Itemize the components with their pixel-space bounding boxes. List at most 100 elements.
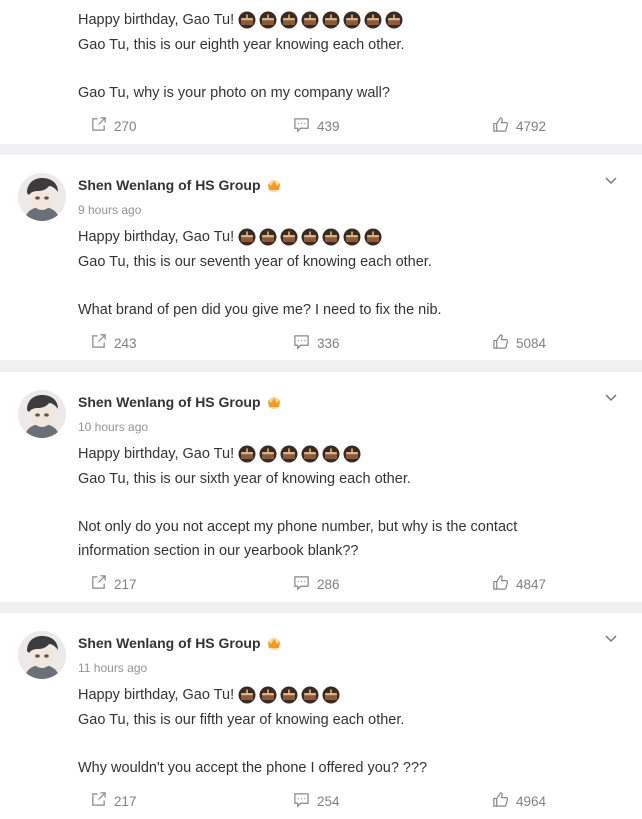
comment-button[interactable]: 286 [293, 574, 340, 594]
post-card: Happy birthday, Gao Tu! Gao Tu, this is … [0, 0, 642, 144]
post-actions: 270 439 4792 [0, 116, 642, 136]
cake-emoji [238, 686, 256, 704]
post-card: Shen Wenlang of HS Group 9 hours ago Hap… [0, 155, 642, 360]
cake-emoji [343, 11, 361, 29]
avatar[interactable] [18, 390, 66, 438]
crown-badge-icon [265, 178, 283, 192]
cake-emoji-row [238, 445, 361, 463]
cake-emoji [343, 445, 361, 463]
cake-emoji [322, 228, 340, 246]
thumbs-up-icon [492, 791, 509, 811]
comment-count: 286 [317, 576, 340, 592]
comment-count: 336 [317, 335, 340, 351]
cake-emoji [259, 11, 277, 29]
repost-count: 217 [114, 793, 137, 809]
post-text: Happy birthday, Gao Tu! [78, 229, 235, 245]
comment-count: 439 [317, 118, 340, 134]
post-line-3: Gao Tu, why is your photo on my company … [78, 85, 390, 101]
comment-button[interactable]: 254 [293, 791, 340, 811]
post-actions: 243 336 5084 [0, 333, 642, 353]
like-count: 4847 [516, 576, 547, 592]
repost-icon [90, 116, 107, 136]
repost-count: 243 [114, 335, 137, 351]
like-count: 4964 [516, 793, 547, 809]
post-line-1: Happy birthday, Gao Tu! [78, 11, 403, 29]
repost-button[interactable]: 217 [90, 574, 137, 594]
post-card: Shen Wenlang of HS Group 10 hours ago Ha… [0, 372, 642, 602]
post-time: 9 hours ago [78, 203, 142, 217]
cake-emoji [301, 686, 319, 704]
crown-badge-icon [265, 395, 283, 409]
cake-emoji [322, 11, 340, 29]
comment-icon [293, 116, 310, 136]
post-line-3: Not only do you not accept my phone numb… [78, 519, 518, 535]
post-card: Shen Wenlang of HS Group 11 hours ago Ha… [0, 613, 642, 819]
cake-emoji [238, 228, 256, 246]
author-name[interactable]: Shen Wenlang of HS Group [78, 635, 261, 651]
chevron-down-icon[interactable] [604, 173, 618, 187]
like-button[interactable]: 4792 [492, 116, 546, 136]
post-text: Happy birthday, Gao Tu! [78, 12, 235, 28]
comment-icon [293, 574, 310, 594]
post-line-4: information section in our yearbook blan… [78, 543, 359, 559]
comment-count: 254 [317, 793, 340, 809]
like-button[interactable]: 4847 [492, 574, 546, 594]
author-name[interactable]: Shen Wenlang of HS Group [78, 394, 261, 410]
cake-emoji [301, 445, 319, 463]
post-line-2: Gao Tu, this is our eighth year knowing … [78, 37, 405, 53]
cake-emoji [322, 445, 340, 463]
like-count: 5084 [516, 335, 547, 351]
repost-button[interactable]: 270 [90, 116, 137, 136]
repost-button[interactable]: 217 [90, 791, 137, 811]
chevron-down-icon[interactable] [604, 390, 618, 404]
post-line-3: What brand of pen did you give me? I nee… [78, 302, 442, 318]
post-time: 10 hours ago [78, 420, 149, 434]
comment-icon [293, 791, 310, 811]
cake-emoji [385, 11, 403, 29]
cake-emoji [343, 228, 361, 246]
repost-icon [90, 574, 107, 594]
cake-emoji [364, 11, 382, 29]
post-time: 11 hours ago [78, 661, 148, 675]
comment-button[interactable]: 439 [293, 116, 340, 136]
post-line-2: Gao Tu, this is our fifth year of knowin… [78, 712, 405, 728]
avatar[interactable] [18, 631, 66, 679]
comment-icon [293, 333, 310, 353]
cake-emoji [322, 686, 340, 704]
cake-emoji-row [238, 11, 403, 29]
weibo-feed: Happy birthday, Gao Tu! Gao Tu, this is … [0, 0, 642, 819]
repost-count: 217 [114, 576, 137, 592]
author-row: Shen Wenlang of HS Group [78, 394, 283, 410]
repost-icon [90, 333, 107, 353]
repost-count: 270 [114, 118, 137, 134]
author-row: Shen Wenlang of HS Group [78, 635, 283, 651]
avatar[interactable] [18, 173, 66, 221]
thumbs-up-icon [492, 574, 509, 594]
author-name[interactable]: Shen Wenlang of HS Group [78, 177, 261, 193]
post-line-2: Gao Tu, this is our sixth year of knowin… [78, 471, 411, 487]
cake-emoji [364, 228, 382, 246]
cake-emoji [280, 445, 298, 463]
like-button[interactable]: 5084 [492, 333, 546, 353]
repost-button[interactable]: 243 [90, 333, 137, 353]
cake-emoji-row [238, 686, 340, 704]
post-line-1: Happy birthday, Gao Tu! [78, 686, 340, 704]
cake-emoji [280, 686, 298, 704]
cake-emoji [259, 445, 277, 463]
cake-emoji [301, 11, 319, 29]
cake-emoji-row [238, 228, 382, 246]
post-actions: 217 254 4964 [0, 791, 642, 811]
author-row: Shen Wenlang of HS Group [78, 177, 283, 193]
cake-emoji [280, 11, 298, 29]
cake-emoji [280, 228, 298, 246]
like-count: 4792 [516, 118, 547, 134]
post-actions: 217 286 4847 [0, 574, 642, 594]
cake-emoji [259, 686, 277, 704]
post-text: Happy birthday, Gao Tu! [78, 687, 235, 703]
post-line-2: Gao Tu, this is our seventh year of know… [78, 254, 432, 270]
thumbs-up-icon [492, 333, 509, 353]
cake-emoji [301, 228, 319, 246]
comment-button[interactable]: 336 [293, 333, 340, 353]
like-button[interactable]: 4964 [492, 791, 546, 811]
chevron-down-icon[interactable] [604, 631, 618, 645]
